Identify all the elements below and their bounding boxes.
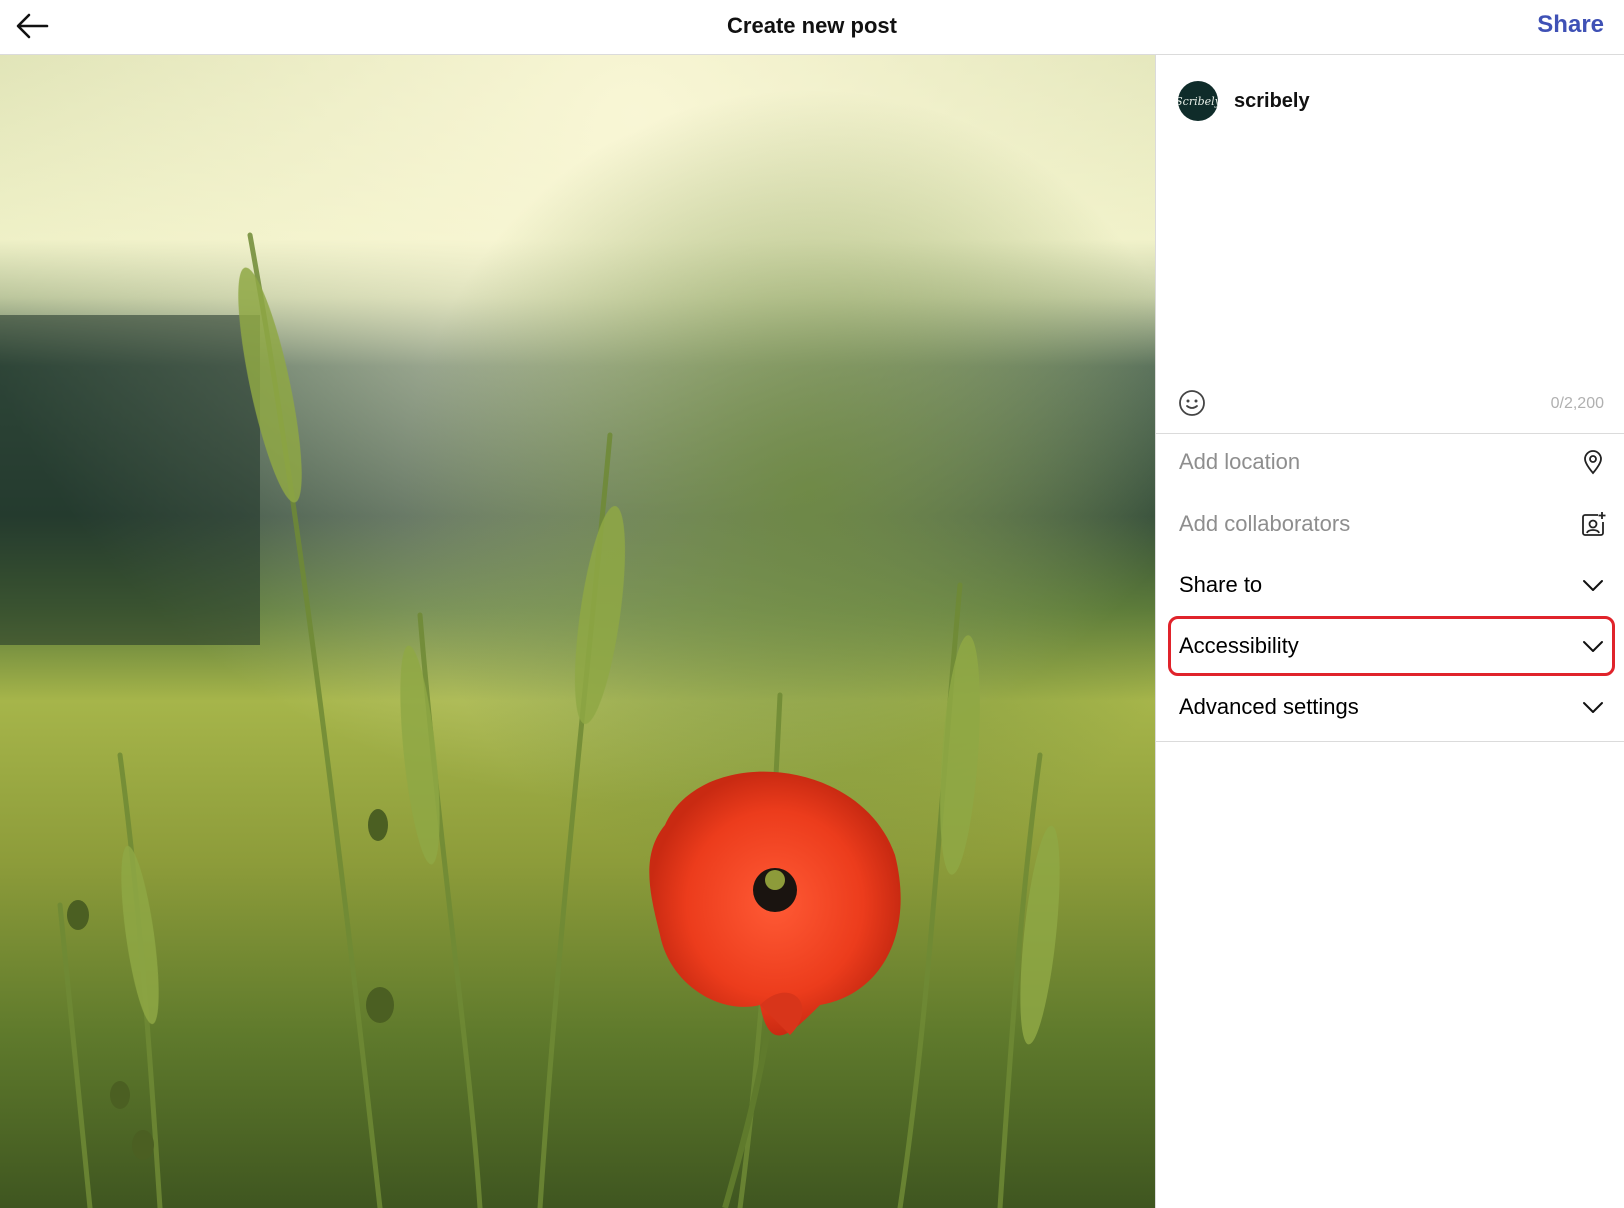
share-button[interactable]: Share <box>1537 11 1604 39</box>
page-title: Create new post <box>727 13 897 38</box>
add-person-icon <box>1582 512 1606 536</box>
top-bar: Create new post Share <box>0 0 1624 55</box>
add-location-label: Add location <box>1179 449 1301 474</box>
chevron-down-icon <box>1583 580 1603 591</box>
accessibility-row[interactable]: Accessibility <box>1156 618 1624 674</box>
advanced-settings-label: Advanced settings <box>1179 694 1359 719</box>
caption-input[interactable] <box>1178 139 1607 373</box>
username: scribely <box>1234 89 1310 112</box>
share-to-label: Share to <box>1179 572 1263 597</box>
post-details-panel: Scribely scribely 0/2,200 Add location A… <box>1155 55 1624 1208</box>
advanced-settings-row[interactable]: Advanced settings <box>1156 679 1624 735</box>
scribely-logo: Scribely <box>1178 95 1218 108</box>
accessibility-label: Accessibility <box>1179 633 1299 658</box>
add-collaborators-label: Add collaborators <box>1179 511 1351 536</box>
emoji-button[interactable] <box>1177 388 1207 418</box>
chevron-down-icon <box>1583 702 1603 713</box>
add-collaborators-row[interactable]: Add collaborators <box>1156 496 1624 552</box>
svg-text:Scribely: Scribely <box>1178 95 1218 108</box>
smiley-icon <box>1179 390 1205 416</box>
divider <box>1156 741 1624 742</box>
post-photo <box>0 55 1155 1208</box>
chevron-down-icon <box>1583 641 1603 652</box>
avatar: Scribely <box>1178 81 1218 121</box>
add-location-row[interactable]: Add location <box>1156 434 1624 490</box>
character-count: 0/2,200 <box>1550 395 1604 412</box>
account-row: Scribely scribely <box>1178 81 1310 121</box>
map-pin-icon <box>1584 450 1602 475</box>
share-to-row[interactable]: Share to <box>1156 557 1624 613</box>
